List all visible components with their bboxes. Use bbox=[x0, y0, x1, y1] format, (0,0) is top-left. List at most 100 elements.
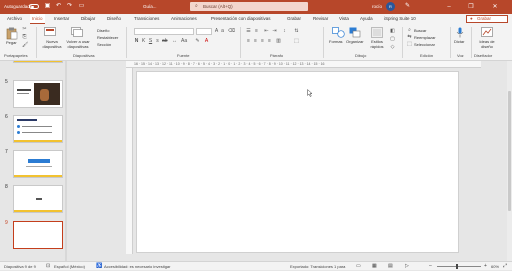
tab-archivo[interactable]: Archivo bbox=[7, 14, 22, 24]
designer-ideas-button[interactable]: Ideas de diseño bbox=[476, 39, 498, 49]
paste-button[interactable]: Pegar bbox=[6, 40, 17, 45]
tab-insertar[interactable]: Insertar bbox=[54, 14, 69, 24]
arrange-button[interactable]: Organizar bbox=[346, 39, 364, 44]
shapes-icon[interactable] bbox=[332, 27, 345, 38]
zoom-slider[interactable] bbox=[437, 266, 481, 267]
document-title[interactable]: Guía... bbox=[143, 0, 157, 14]
tab-diseno[interactable]: Diseño bbox=[107, 14, 121, 24]
tab-vista[interactable]: Vista bbox=[339, 14, 349, 24]
numbering-icon[interactable]: ≡ bbox=[254, 29, 259, 34]
tab-transiciones[interactable]: Transiciones bbox=[134, 14, 159, 24]
fill-icon[interactable]: ◧ bbox=[390, 29, 395, 34]
decrease-indent-icon[interactable]: ⇤ bbox=[264, 29, 269, 34]
tab-ayuda[interactable]: Ayuda bbox=[360, 14, 373, 24]
thumbnails-scrollbar[interactable] bbox=[65, 61, 67, 261]
tab-revisar[interactable]: Revisar bbox=[313, 14, 328, 24]
slide-thumbnail[interactable] bbox=[13, 115, 63, 143]
replace-button[interactable]: Reemplazar bbox=[414, 35, 436, 40]
slide-canvas[interactable] bbox=[137, 72, 458, 252]
font-family-field[interactable] bbox=[134, 28, 194, 35]
dictate-button[interactable]: Dictar bbox=[454, 39, 464, 44]
tab-ispring[interactable]: iSpring Suite 10 bbox=[384, 14, 416, 24]
slide-thumbnail[interactable] bbox=[13, 80, 63, 108]
arrange-icon[interactable] bbox=[349, 27, 361, 38]
reuse-slides-button[interactable]: Volver a usar diapositivas bbox=[65, 39, 91, 49]
present-icon[interactable]: ▭ bbox=[78, 3, 85, 10]
tab-presentacion[interactable]: Presentación con diapositivas bbox=[211, 14, 271, 24]
case-icon[interactable]: Aa bbox=[181, 39, 187, 44]
bold-icon[interactable]: N bbox=[134, 39, 139, 44]
autosave-toggle[interactable] bbox=[29, 4, 39, 9]
quick-styles-button[interactable]: Estilos rápidos bbox=[369, 39, 385, 49]
font-size-field[interactable] bbox=[196, 28, 212, 35]
slide-thumbnail-selected[interactable] bbox=[13, 221, 63, 249]
italic-icon[interactable]: K bbox=[141, 39, 146, 44]
slide-number: 9 bbox=[5, 220, 8, 226]
font-color-icon[interactable]: A bbox=[204, 39, 209, 44]
cut-icon[interactable]: ✂ bbox=[22, 27, 27, 32]
pen-icon[interactable]: ✎ bbox=[404, 3, 411, 10]
decrease-font-icon[interactable]: a bbox=[220, 29, 225, 34]
underline-icon[interactable]: S bbox=[148, 39, 153, 44]
scrollbar-thumb[interactable] bbox=[508, 91, 511, 211]
text-direction-icon[interactable]: ⇅ bbox=[294, 29, 299, 34]
new-slide-icon[interactable] bbox=[44, 27, 56, 38]
justify-icon[interactable]: ≡ bbox=[267, 39, 272, 44]
slide-thumbnail[interactable] bbox=[13, 150, 63, 178]
copy-icon[interactable]: ⎘ bbox=[22, 35, 27, 40]
smartart-icon[interactable]: ⬚ bbox=[294, 39, 299, 44]
avatar[interactable]: R bbox=[386, 2, 395, 11]
save-icon[interactable]: ▣ bbox=[44, 3, 51, 10]
section-button[interactable]: Sección bbox=[97, 42, 111, 47]
tab-inicio[interactable]: Inicio bbox=[30, 14, 45, 24]
line-spacing-icon[interactable]: ↕ bbox=[282, 29, 287, 34]
status-bar: Diapositiva 9 de 9 ⊡ Español (México) ♿ … bbox=[0, 261, 512, 270]
increase-font-icon[interactable]: A bbox=[214, 29, 219, 34]
shadow-icon[interactable]: s bbox=[155, 39, 160, 44]
close-icon[interactable]: ✕ bbox=[486, 0, 504, 14]
paste-icon[interactable] bbox=[6, 27, 18, 40]
slide-thumbnail[interactable] bbox=[13, 185, 63, 213]
strikethrough-icon[interactable]: ab bbox=[162, 39, 168, 44]
tab-grabar[interactable]: Grabar bbox=[287, 14, 301, 24]
reuse-slides-icon[interactable] bbox=[71, 27, 83, 38]
new-slide-button[interactable]: Nueva diapositiva bbox=[41, 39, 63, 49]
slide-thumbnail[interactable] bbox=[13, 61, 63, 63]
redo-icon[interactable]: ↷ bbox=[66, 3, 73, 10]
bullet-icon bbox=[17, 131, 20, 134]
group-drawing: Dibujo bbox=[355, 53, 367, 58]
slide-accent-bar bbox=[14, 61, 62, 62]
bullets-icon[interactable]: ☰ bbox=[246, 29, 251, 34]
quick-styles-icon[interactable] bbox=[371, 27, 383, 38]
layout-button[interactable]: Diseño bbox=[97, 28, 109, 33]
clear-format-icon[interactable]: ⌫ bbox=[228, 29, 235, 34]
restore-icon[interactable]: ❐ bbox=[462, 0, 480, 14]
select-button[interactable]: Seleccionar bbox=[414, 42, 435, 47]
align-left-icon[interactable]: ≡ bbox=[246, 39, 251, 44]
find-button[interactable]: Buscar bbox=[414, 28, 426, 33]
tab-dibujar[interactable]: Dibujar bbox=[81, 14, 95, 24]
align-right-icon[interactable]: ≡ bbox=[260, 39, 265, 44]
format-painter-icon[interactable]: 🖌 bbox=[22, 43, 28, 48]
outline-icon[interactable]: ▢ bbox=[390, 37, 395, 42]
slide-text-line bbox=[17, 89, 31, 91]
shapes-button[interactable]: Formas bbox=[329, 39, 343, 44]
effects-icon[interactable]: ◇ bbox=[390, 45, 395, 50]
slide-title-line bbox=[17, 119, 37, 121]
designer-icon[interactable] bbox=[481, 27, 493, 38]
user-name[interactable]: rocío bbox=[372, 0, 382, 14]
align-center-icon[interactable]: ≡ bbox=[253, 39, 258, 44]
reset-button[interactable]: Restablecer bbox=[97, 35, 118, 40]
minimize-icon[interactable]: – bbox=[440, 0, 458, 14]
increase-indent-icon[interactable]: ⇥ bbox=[272, 29, 277, 34]
zoom-slider-knob[interactable] bbox=[456, 264, 458, 269]
record-button[interactable]: ● Grabar bbox=[466, 15, 508, 23]
highlight-icon[interactable]: ✎ bbox=[195, 39, 200, 44]
search-input[interactable]: ⌕ Buscar (Alt+Q) bbox=[190, 2, 308, 11]
tab-animaciones[interactable]: Animaciones bbox=[171, 14, 197, 24]
editor-scrollbar[interactable] bbox=[507, 61, 512, 261]
undo-icon[interactable]: ↶ bbox=[55, 3, 62, 10]
microphone-icon[interactable] bbox=[456, 27, 464, 38]
spacing-icon[interactable]: ↔ bbox=[172, 39, 177, 44]
columns-icon[interactable]: ▥ bbox=[276, 39, 281, 44]
